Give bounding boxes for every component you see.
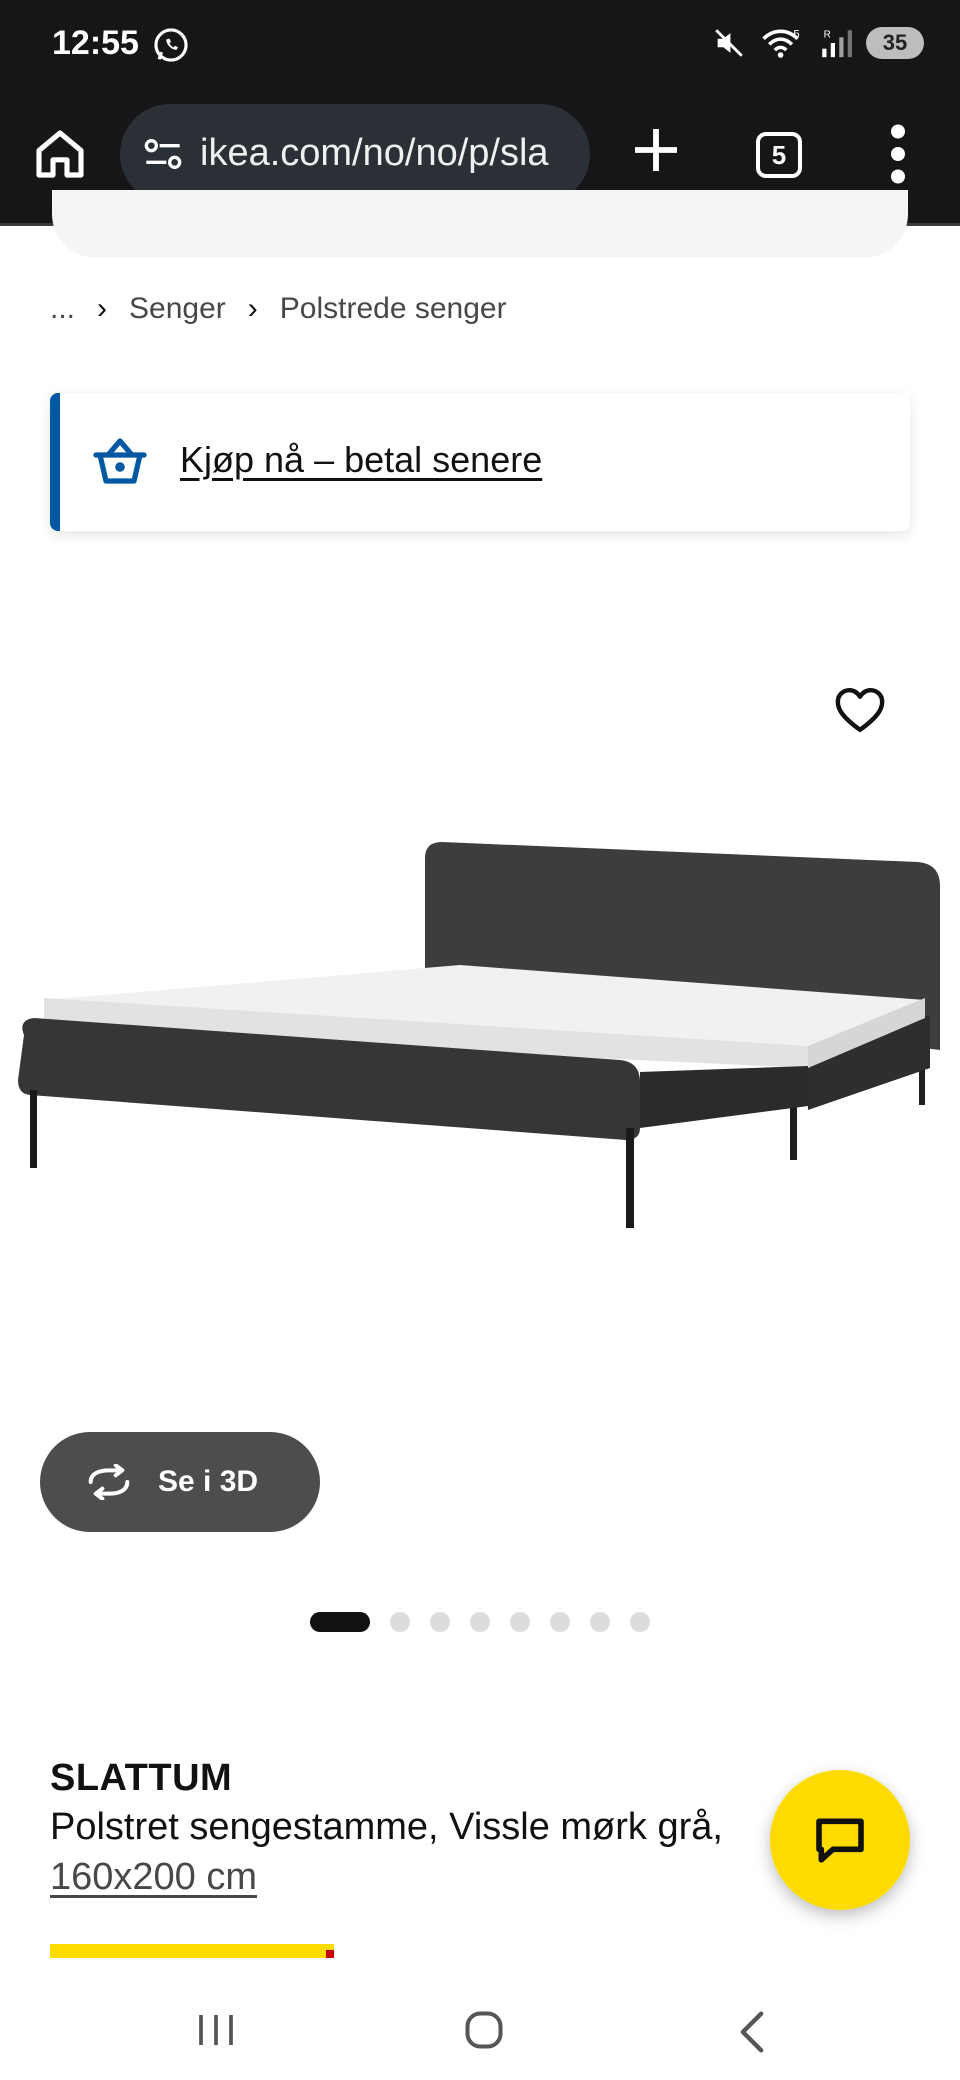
wifi-icon: 5 [762,28,800,58]
system-nav-bar [0,1980,960,2080]
product-name: SLATTUM [50,1757,233,1799]
chevron-right-icon: › [247,292,258,325]
product-description: Polstret sengestamme, Vissle mørk grå, [50,1806,723,1848]
breadcrumb-link-senger[interactable]: Senger [129,292,226,326]
carousel-dot-active[interactable] [310,1612,370,1632]
image-carousel-indicator [310,1612,650,1632]
bed-leg [626,1128,634,1228]
tab-switcher-button[interactable]: 5 [756,132,802,178]
chat-icon [816,1818,864,1863]
promo-link[interactable]: Kjøp nå – betal senere [180,439,542,481]
network-type-label: 5 [793,28,799,40]
whatsapp-icon [154,28,188,62]
tune-icon[interactable] [142,134,184,174]
heart-icon[interactable] [832,682,888,738]
status-time: 12:55 [52,24,139,62]
battery-indicator: 35 [866,27,924,59]
bed-leg [30,1090,37,1168]
roaming-label: R [824,29,831,40]
carousel-dot[interactable] [550,1612,570,1632]
price-highlight-accent [326,1950,334,1958]
promo-accent-bar [50,393,60,531]
more-vert-icon[interactable] [886,124,910,184]
basket-icon [93,438,147,484]
carousel-dot[interactable] [510,1612,530,1632]
breadcrumb-ellipsis[interactable]: ... [50,292,75,326]
view-in-3d-label: Se i 3D [158,1465,259,1498]
view-in-3d-button[interactable]: Se i 3D [40,1432,320,1532]
url-text[interactable]: ikea.com/no/no/p/sla [200,132,549,175]
breadcrumb: ... › Senger › Polstrede senger [50,292,507,326]
breadcrumb-link-polstrede[interactable]: Polstrede senger [280,292,507,326]
recents-icon[interactable] [196,2010,236,2050]
status-icons: 5 R 35 [712,26,924,60]
address-bar[interactable]: ikea.com/no/no/p/sla [120,104,590,204]
carousel-dot[interactable] [390,1612,410,1632]
chevron-right-icon: › [97,292,108,325]
status-bar: 12:55 5 R 35 [0,0,960,92]
carousel-dot[interactable] [430,1612,450,1632]
home-nav-icon[interactable] [462,2008,506,2052]
carousel-dot[interactable] [630,1612,650,1632]
home-icon[interactable] [32,126,88,182]
price-highlight-bar [50,1944,334,1958]
back-icon[interactable] [736,2010,768,2054]
rotate-icon [88,1464,130,1500]
product-size-link[interactable]: 160x200 cm [50,1856,257,1899]
plus-icon[interactable] [628,122,684,178]
product-image[interactable] [0,810,960,1350]
signal-icon: R [822,29,852,58]
carousel-dot[interactable] [470,1612,490,1632]
mute-icon [715,29,743,57]
buy-now-pay-later-banner[interactable]: Kjøp nå – betal senere [50,393,910,531]
bed-front-rail [640,1066,808,1128]
search-bar-remnant [52,190,908,258]
chat-button[interactable] [770,1770,910,1910]
carousel-dot[interactable] [590,1612,610,1632]
